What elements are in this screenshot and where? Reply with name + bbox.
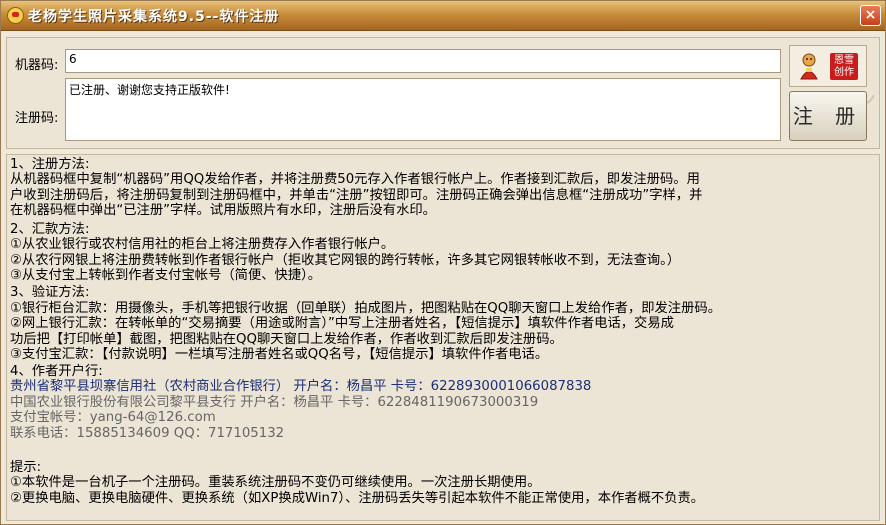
instruction-line: 功后把【打印帐单】截图，把图粘贴在QQ聊天窗口上发给作者，作者收到汇款后即发注册… bbox=[10, 332, 563, 347]
instruction-line: 贵州省黎平县坝寨信用社（农村商业合作银行） 开户名：杨昌平 卡号：6228930… bbox=[10, 379, 592, 394]
instruction-line: 4、作者开户行: bbox=[10, 364, 103, 379]
instruction-line: ①银行柜台汇款：用摄像头，手机等把银行收据（回单联）拍成图片，把图粘贴在QQ聊天… bbox=[10, 301, 721, 316]
instruction-line: ②网上银行汇款：在转帐单的“交易摘要（用途或附言）”中写上注册者姓名，【短信提示… bbox=[10, 316, 674, 331]
instruction-line: 中国农业银行股份有限公司黎平县支行 开户名：杨昌平 卡号：62284811906… bbox=[10, 395, 539, 410]
author-seal: 恩雪创作 bbox=[830, 53, 858, 80]
registration-window: 老杨学生照片采集系统9.5--软件注册 × 机器码: 6 注册码: 已注册、谢谢… bbox=[0, 0, 886, 525]
instruction-line: 3、验证方法: bbox=[10, 285, 90, 300]
instruction-line: ①从农业银行或农村信用社的柜台上将注册费存入作者银行帐户。 bbox=[10, 237, 395, 252]
machine-code-label: 机器码: bbox=[15, 58, 59, 73]
author-logo: 恩雪创作 bbox=[789, 45, 867, 87]
instruction-line: ①本软件是一台机子一个注册码。重装系统注册码不变仍可继续使用。一次注册长期使用。 bbox=[10, 475, 541, 490]
instruction-line: ②从农行网银上将注册费转帐到作者银行帐户（拒收其它网银的跨行转帐，许多其它网银转… bbox=[10, 253, 681, 268]
instruction-line: 户收到注册码后，将注册码复制到注册码框中，并单击“注册”按钮即可。注册码正确会弹… bbox=[10, 188, 703, 203]
instructions-panel: 1、注册方法: 从机器码框中复制“机器码”用QQ发给作者，并将注册费50元存入作… bbox=[6, 154, 880, 521]
register-button[interactable]: 注 册 bbox=[789, 91, 867, 141]
instruction-line: ③从支付宝上转帐到作者支付宝帐号（简便、快捷）。 bbox=[10, 268, 322, 283]
window-title: 老杨学生照片采集系统9.5--软件注册 bbox=[28, 9, 280, 25]
instruction-line: 1、注册方法: bbox=[10, 157, 90, 172]
instruction-line: ③支付宝汇款：【付款说明】一栏填写注册者姓名或QQ名号，【短信提示】填软件作者电… bbox=[10, 347, 549, 362]
instruction-line: 从机器码框中复制“机器码”用QQ发给作者，并将注册费50元存入作者银行帐户上。作… bbox=[10, 172, 700, 187]
machine-code-field[interactable]: 6 bbox=[65, 49, 781, 73]
title-bar[interactable]: 老杨学生照片采集系统9.5--软件注册 × bbox=[1, 1, 885, 31]
mascot-icon bbox=[800, 53, 818, 80]
app-icon bbox=[7, 7, 24, 24]
close-button[interactable]: × bbox=[860, 5, 881, 26]
reg-code-label: 注册码: bbox=[15, 111, 59, 126]
instruction-line: 联系电话：15885134609 QQ：717105132 bbox=[10, 426, 285, 441]
instruction-line: 2、汇款方法: bbox=[10, 222, 90, 237]
registration-form-panel: 机器码: 6 注册码: 已注册、谢谢您支持正版软件! bbox=[6, 37, 880, 149]
instruction-line: 支付宝帐号：yang-64@126.com bbox=[10, 410, 216, 425]
reg-code-field[interactable]: 已注册、谢谢您支持正版软件! bbox=[65, 78, 781, 141]
instruction-line: 在机器码框中弹出“已注册”字样。试用版照片有水印，注册后没有水印。 bbox=[10, 203, 436, 218]
instruction-line: 提示: bbox=[10, 460, 42, 475]
instruction-line: ②更换电脑、更换电脑硬件、更换系统（如XP换成Win7）、注册码丢失等引起本软件… bbox=[10, 491, 705, 506]
